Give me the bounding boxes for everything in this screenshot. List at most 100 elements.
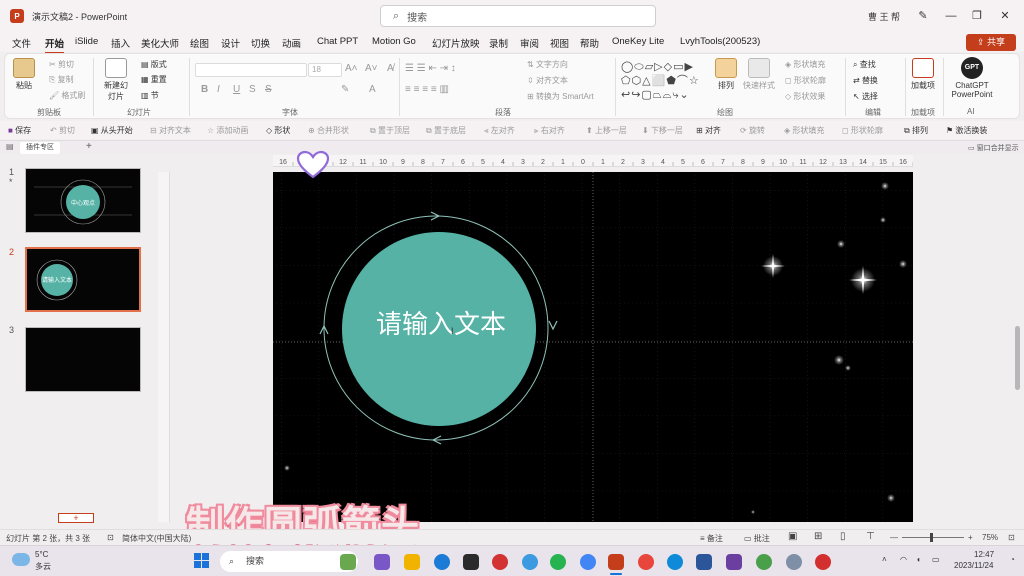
clock-time[interactable]: 12:47 [974, 550, 994, 559]
clear-format-icon[interactable]: A̸ [387, 63, 394, 74]
notes-app-icon[interactable] [726, 554, 742, 570]
shape-outline-button[interactable]: ◻ 形状轮廓 [785, 75, 826, 86]
slideshow-view-icon[interactable]: ⊤ [866, 531, 875, 542]
from-start-button[interactable]: ▣ 从头开始 [91, 125, 133, 136]
q-shape-fill-button[interactable]: ◈ 形状填充 [784, 125, 824, 136]
shadow-button[interactable]: S [249, 84, 256, 95]
save-button[interactable]: ■ 保存 [8, 125, 31, 136]
section-button[interactable]: ▥ 节 [141, 90, 159, 101]
browser-icon[interactable] [522, 554, 538, 570]
align-right-button[interactable]: ⫸ 右对齐 [534, 125, 565, 136]
chatgpt-button[interactable]: GPT ChatGPT PowerPoint [947, 57, 997, 99]
tab-home[interactable]: 开始 [45, 36, 65, 54]
layout-button[interactable]: ▤ 版式 [141, 59, 167, 70]
zoom-in-icon[interactable]: + [968, 533, 973, 542]
align-left-button[interactable]: ⫷ 左对齐 [484, 125, 515, 136]
tab-chatppt[interactable]: Chat PPT [317, 36, 358, 47]
edge-icon[interactable] [667, 554, 683, 570]
add-animation-button[interactable]: ☆ 添加动画 [207, 125, 248, 136]
edge-dev-icon[interactable] [434, 554, 450, 570]
chrome-icon-1[interactable] [580, 554, 596, 570]
tab-view[interactable]: 视图 [550, 36, 569, 50]
arrange-button[interactable]: 排列 [715, 58, 737, 91]
paste-button[interactable]: 粘贴 [13, 58, 35, 91]
select-button[interactable]: ↖ 选择 [853, 91, 878, 102]
recorder-icon[interactable] [492, 554, 508, 570]
taskbar-search[interactable]: ⌕ 搜索 [220, 551, 358, 572]
tab-file[interactable]: 文件 [12, 36, 31, 50]
activate-button[interactable]: ⚑ 激活换装 [946, 125, 987, 136]
tab-lvyhtools[interactable]: LvyhTools(200523) [680, 36, 760, 47]
addins-button[interactable]: 加载项 [911, 58, 935, 91]
tab-insert[interactable]: 插入 [111, 36, 130, 50]
slide-thumbnail-2[interactable]: 请输入文本 [25, 247, 141, 312]
text-direction-button[interactable]: ⇅ 文字方向 [527, 59, 568, 70]
shape-fill-button[interactable]: ◈ 形状填充 [785, 59, 825, 70]
sorter-view-icon[interactable]: ⊞ [814, 531, 822, 542]
app-icon-2[interactable] [463, 554, 479, 570]
scrollbar-thumb[interactable] [1015, 326, 1020, 390]
tab-onekey[interactable]: OneKey Lite [612, 36, 664, 47]
tab-animations[interactable]: 动画 [282, 36, 301, 50]
strikethrough-button[interactable]: S [265, 84, 272, 95]
find-button[interactable]: ⌕ 查找 [853, 59, 876, 70]
notes-button[interactable]: ≡ 备注 [700, 533, 723, 544]
windows-start-icon[interactable] [194, 553, 210, 569]
volume-icon[interactable]: ◖ [916, 555, 921, 564]
bold-button[interactable]: B [201, 84, 208, 95]
shapes-gallery[interactable]: ◯⬭▱▷◇▭▶ ⬠⬡△⬜⬟⌒☆ ↩↪▢⏢⌓⤷⌄ [621, 60, 713, 104]
search-input[interactable]: ⌕ 搜索 [380, 5, 656, 27]
tray-chevron-icon[interactable]: ˄ [882, 555, 887, 564]
font-family-select[interactable] [195, 63, 307, 77]
highlight-icon[interactable]: ✎ [341, 84, 349, 95]
q-cut-button[interactable]: ↶ 剪切 [50, 125, 75, 136]
shape-effects-button[interactable]: ◇ 形状效果 [785, 91, 825, 102]
restore-icon[interactable]: ❐ [964, 8, 990, 24]
tab-draw[interactable]: 绘图 [190, 36, 209, 50]
font-size-select[interactable]: 18 [308, 63, 342, 77]
font-color-icon[interactable]: A [369, 84, 376, 95]
normal-view-icon[interactable]: ▣ [788, 531, 797, 542]
notification-icon[interactable]: ◔ [1010, 555, 1015, 564]
comments-button[interactable]: ▭ 批注 [744, 533, 770, 544]
wechat-icon[interactable] [550, 554, 566, 570]
zoom-slider[interactable] [902, 537, 964, 538]
shape-button[interactable]: ◇ 形状 [266, 125, 290, 136]
slide-thumbnail-3[interactable] [25, 327, 141, 392]
wifi-icon[interactable]: ◠ [900, 555, 907, 564]
weather-desc[interactable]: 多云 [35, 561, 51, 572]
cut-button[interactable]: ✂ 剪切 [49, 59, 74, 70]
tab-transitions[interactable]: 切换 [251, 36, 270, 50]
tab-review[interactable]: 审阅 [520, 36, 539, 50]
app-icon-3[interactable] [756, 554, 772, 570]
zoom-level[interactable]: 75% [982, 533, 998, 542]
italic-button[interactable]: I [217, 84, 220, 95]
rotate-button[interactable]: ⟳ 旋转 [740, 125, 765, 136]
tab-beautify[interactable]: 美化大师 [141, 36, 179, 50]
tab-motiongo[interactable]: Motion Go [372, 36, 416, 47]
tab-design[interactable]: 设计 [221, 36, 240, 50]
align-icons[interactable]: ≡ ≡ ≡ ≡ ▥ [405, 84, 449, 95]
zoom-out-icon[interactable]: — [890, 533, 898, 542]
widget-icon[interactable] [340, 554, 356, 570]
q-shape-outline-button[interactable]: ◻ 形状轮廓 [842, 125, 883, 136]
shrink-font-icon[interactable]: A˅ [365, 63, 378, 74]
align-text-button[interactable]: ⇳ 对齐文本 [527, 75, 568, 86]
q-align-text-button[interactable]: ⊟ 对齐文本 [150, 125, 191, 136]
send-backward-button[interactable]: ⬇ 下移一层 [642, 125, 683, 136]
bring-front-button[interactable]: ⧉ 置于顶层 [370, 125, 410, 136]
tab-record[interactable]: 录制 [489, 36, 508, 50]
record-icon[interactable] [815, 554, 831, 570]
chrome-icon-2[interactable] [638, 554, 654, 570]
smartart-button[interactable]: ⊞ 转换为 SmartArt [527, 91, 594, 102]
slide-canvas[interactable]: 请输入文本 I [273, 172, 913, 522]
send-back-button[interactable]: ⧉ 置于底层 [426, 125, 466, 136]
powerpoint-taskbar-icon[interactable] [608, 554, 624, 570]
copy-button[interactable]: ⎘ 复制 [49, 74, 74, 85]
user-account[interactable]: 曹 王 帮 [868, 10, 900, 23]
word-icon[interactable] [696, 554, 712, 570]
zoom-slider-thumb[interactable] [930, 533, 933, 542]
doc-tab-plugins[interactable]: 插件专区 [20, 142, 60, 154]
tab-help[interactable]: 帮助 [580, 36, 599, 50]
reading-view-icon[interactable]: ▯ [840, 531, 846, 542]
